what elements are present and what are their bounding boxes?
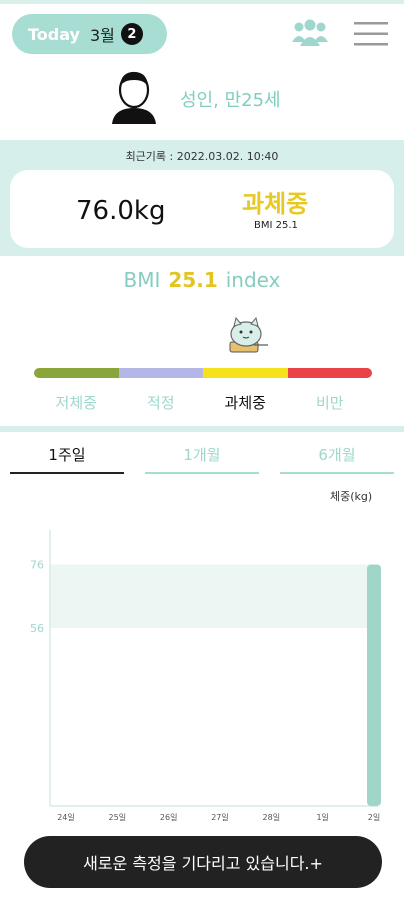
weight-status: 과체중 [242, 190, 309, 218]
x-tick-label: 24일 [57, 813, 75, 822]
day-badge: 2 [120, 23, 143, 45]
family-group-icon[interactable] [290, 18, 330, 48]
y-tick-label: 56 [30, 622, 44, 635]
weight-chart: 76 56 24일 25일 26일 27일 28일 1일 2일 [30, 530, 381, 822]
bmi-suffix: index [225, 268, 281, 292]
bmi-sub-label: BMI 25.1 [254, 220, 298, 231]
profile-age-label: 성인, 만25세 [180, 90, 281, 111]
last-record-date: 최근기록 : 2022.03.02. 10:40 [125, 150, 279, 163]
x-tick-label: 28일 [263, 813, 281, 822]
tab-1-week[interactable]: 1주일 [10, 440, 124, 474]
bmi-value: 25.1 [168, 268, 218, 292]
bmi-prefix: BMI [123, 268, 161, 292]
x-tick-label: 26일 [160, 813, 178, 822]
scale-label-normal: 적정 [146, 394, 175, 412]
date-selector-pill[interactable]: Today 3월 2 [12, 14, 167, 54]
scale-segment-normal [118, 368, 203, 378]
weight-bar [367, 564, 381, 806]
bmi-index-line: BMI 25.1 index [0, 268, 404, 292]
period-tabs: 1주일 1개월 6개월 [10, 440, 394, 474]
scale-segment-overweight [203, 368, 288, 378]
user-avatar-icon [112, 71, 156, 124]
tab-1-month[interactable]: 1개월 [145, 440, 259, 474]
scale-label-underweight: 저체중 [55, 394, 97, 412]
scale-segment-obese [287, 368, 372, 378]
x-tick-label: 27일 [211, 813, 229, 822]
bmi-scale-bar [34, 368, 372, 378]
x-tick-label: 1일 [316, 813, 328, 822]
tab-6-months[interactable]: 6개월 [280, 440, 394, 474]
top-divider [0, 0, 404, 4]
record-card [10, 170, 394, 248]
scale-segment-underweight [34, 368, 119, 378]
hamburger-menu-icon[interactable] [354, 20, 388, 48]
cat-mascot-icon [229, 316, 268, 353]
scale-label-obese: 비만 [315, 394, 344, 412]
section-divider [0, 426, 404, 432]
month-label: 3월 [89, 26, 115, 45]
normal-range-band [50, 564, 378, 629]
x-tick-label: 25일 [109, 813, 127, 822]
y-tick-label: 76 [30, 558, 44, 571]
chart-unit-label: 체중(kg) [330, 490, 373, 503]
today-label: Today [28, 24, 80, 44]
bmi-scale-labels: 저체중 적정 과체중 비만 [34, 392, 372, 412]
scale-label-overweight: 과체중 [224, 394, 266, 412]
x-tick-label: 2일 [368, 813, 380, 822]
new-measurement-button[interactable]: 새로운 측정을 기다리고 있습니다.+ [24, 836, 382, 888]
profile-section: 성인, 만25세 [110, 68, 370, 128]
weight-value: 76.0kg [76, 196, 166, 226]
